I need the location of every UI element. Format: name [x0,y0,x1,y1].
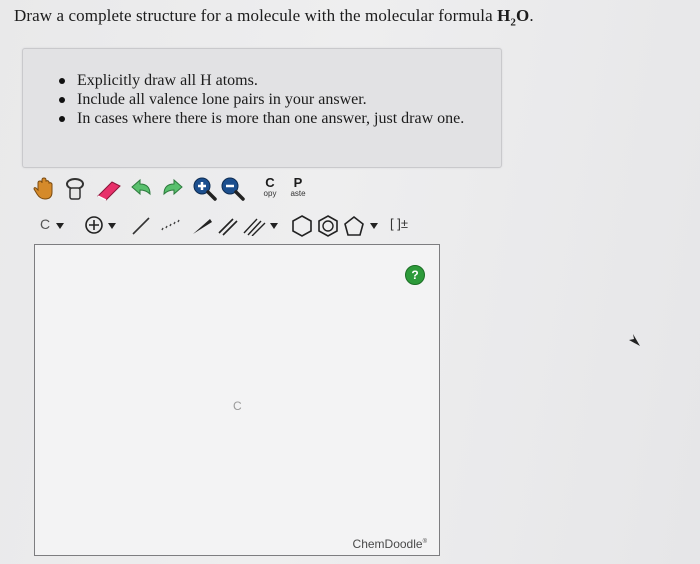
question-text: Draw a complete structure for a molecule… [14,6,534,28]
wedge-bond-icon[interactable] [190,216,214,236]
mouse-cursor-icon [629,334,640,346]
copy-letter: C [265,175,275,190]
cyclohexane-icon[interactable] [290,214,314,238]
formula-h: H [497,6,511,25]
instruction-list: Explicitly draw all H atoms. Include all… [23,49,501,128]
formula-o: O [516,6,530,25]
question-suffix: . [529,6,534,25]
bracket-charge-tool[interactable]: [ ]± [390,216,408,231]
triple-bond-icon[interactable] [242,216,268,236]
redo-icon[interactable] [158,176,186,202]
paste-button[interactable]: P aste [286,176,310,198]
brand-text: ChemDoodle [352,537,423,551]
cyclopentane-icon[interactable] [342,214,366,238]
help-icon[interactable]: ? [405,265,425,285]
eraser-icon[interactable] [94,176,124,202]
bond-dropdown-icon[interactable] [270,223,278,229]
paste-sub: aste [290,189,306,198]
hashed-bond-icon[interactable] [158,216,184,236]
undo-icon[interactable] [128,176,156,202]
lasso-icon[interactable] [62,176,88,202]
copy-sub: opy [263,189,277,198]
charge-dropdown-icon[interactable] [108,223,116,229]
instructions-box: Explicitly draw all H atoms. Include all… [22,48,502,168]
copy-button[interactable]: C opy [258,176,282,198]
instruction-item: In cases where there is more than one an… [59,109,501,128]
hand-icon[interactable] [32,176,58,202]
toolbar-top: C opy P aste [32,172,332,208]
element-label[interactable]: C [40,216,50,232]
double-bond-icon[interactable] [216,216,240,236]
paste-letter: P [293,175,303,190]
ring-dropdown-icon[interactable] [370,223,378,229]
element-dropdown-icon[interactable] [56,223,64,229]
benzene-icon[interactable] [316,214,340,238]
instruction-item: Include all valence lone pairs in your a… [59,90,501,109]
zoom-out-icon[interactable] [220,176,246,202]
formula: H2O [497,6,530,28]
brand-mark: ® [422,539,427,545]
chemdoodle-brand: ChemDoodle® [353,537,427,551]
instruction-item: Explicitly draw all H atoms. [59,71,501,90]
zoom-in-icon[interactable] [192,176,218,202]
drawing-canvas[interactable]: ? C ChemDoodle® [34,244,440,556]
charge-plus-icon[interactable] [84,215,104,235]
canvas-atom-label: C [233,399,242,413]
toolbar-bottom: C [ ]± [32,214,452,242]
question-prefix: Draw a complete structure for a molecule… [14,6,498,25]
single-bond-icon[interactable] [130,216,152,236]
